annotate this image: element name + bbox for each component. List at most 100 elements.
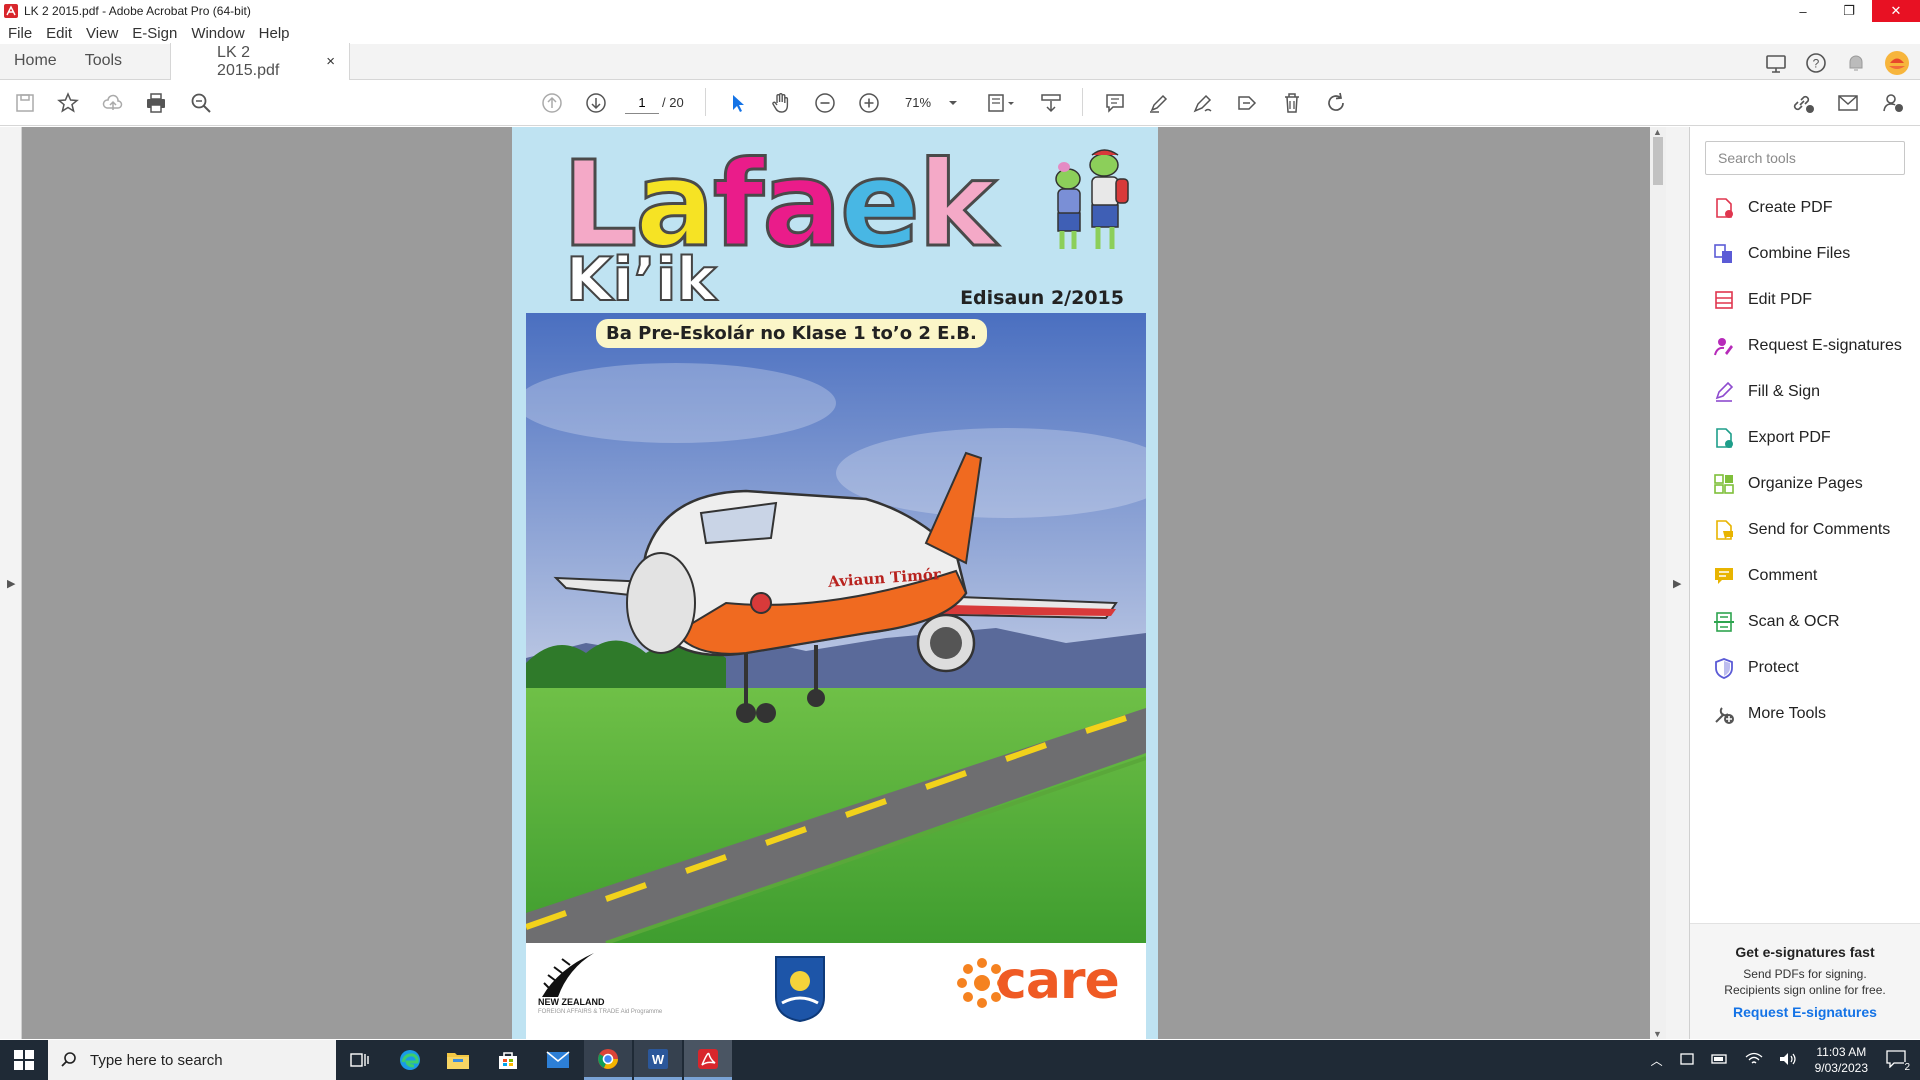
notifications-bell-icon[interactable] bbox=[1844, 50, 1868, 76]
rotate-icon[interactable] bbox=[1323, 90, 1349, 116]
close-window-button[interactable]: ✕ bbox=[1872, 0, 1920, 22]
left-panel-toggle[interactable]: ▶ bbox=[0, 127, 22, 1039]
edge-browser-icon[interactable] bbox=[386, 1040, 434, 1080]
delete-trash-icon[interactable] bbox=[1279, 90, 1305, 116]
tool-request-esignatures[interactable]: Request E-signatures bbox=[1712, 323, 1902, 369]
zoom-dropdown-chevron-icon[interactable] bbox=[940, 90, 966, 116]
windows-taskbar: Type here to search W ︿ 11:03 AM 9/03/20… bbox=[0, 1040, 1920, 1080]
link-icon[interactable] bbox=[1790, 90, 1816, 116]
hand-tool-icon[interactable] bbox=[768, 90, 794, 116]
share-user-icon[interactable] bbox=[1880, 90, 1906, 116]
tab-home[interactable]: Home bbox=[0, 43, 71, 79]
notification-center-icon[interactable]: 2 bbox=[1886, 1049, 1910, 1073]
tool-export-pdf[interactable]: Export PDF bbox=[1712, 415, 1902, 461]
restore-button[interactable]: ❐ bbox=[1826, 0, 1872, 22]
clock-date: 9/03/2023 bbox=[1814, 1061, 1868, 1075]
tool-organize-pages[interactable]: Organize Pages bbox=[1712, 461, 1902, 507]
right-panel-toggle[interactable]: ▶ bbox=[1666, 127, 1690, 1039]
search-tools-input[interactable]: Search tools bbox=[1705, 141, 1905, 175]
toolbar-separator bbox=[705, 88, 706, 116]
tool-send-for-comments[interactable]: Send for Comments bbox=[1712, 507, 1902, 553]
find-zoom-icon[interactable] bbox=[188, 90, 214, 116]
battery-icon[interactable] bbox=[1710, 1052, 1729, 1069]
nz-label: NEW ZEALAND bbox=[538, 997, 605, 1007]
comment-toolbar-icon[interactable] bbox=[1102, 90, 1128, 116]
scroll-mode-icon[interactable] bbox=[1038, 90, 1064, 116]
expand-left-icon[interactable]: ▶ bbox=[7, 577, 15, 590]
tab-document[interactable]: LK 2 2015.pdf × bbox=[170, 43, 351, 80]
tab-tools[interactable]: Tools bbox=[71, 43, 136, 79]
cloud-upload-icon[interactable] bbox=[100, 90, 126, 116]
select-cursor-icon[interactable] bbox=[725, 90, 751, 116]
menu-esign[interactable]: E-Sign bbox=[132, 25, 177, 42]
tool-label: Send for Comments bbox=[1748, 521, 1891, 538]
zoom-level-value[interactable]: 71% bbox=[905, 95, 931, 110]
mail-app-icon[interactable] bbox=[534, 1040, 582, 1080]
scroll-down-icon[interactable]: ▼ bbox=[1653, 1029, 1662, 1039]
tool-scan-ocr[interactable]: Scan & OCR bbox=[1712, 599, 1902, 645]
help-icon[interactable]: ? bbox=[1804, 50, 1828, 76]
toolbar-separator bbox=[1082, 88, 1083, 116]
tool-protect[interactable]: Protect bbox=[1712, 645, 1902, 691]
acrobat-taskbar-icon[interactable] bbox=[684, 1040, 732, 1080]
menu-window[interactable]: Window bbox=[191, 25, 244, 42]
email-icon[interactable] bbox=[1835, 90, 1861, 116]
collapse-right-icon[interactable]: ▶ bbox=[1673, 577, 1681, 590]
government-emblem-logo bbox=[775, 956, 825, 1023]
protect-icon bbox=[1712, 656, 1736, 680]
svg-text:W: W bbox=[652, 1052, 665, 1067]
tool-more-tools[interactable]: More Tools bbox=[1712, 691, 1902, 737]
task-view-icon[interactable] bbox=[336, 1040, 384, 1080]
tool-create-pdf[interactable]: Create PDF bbox=[1712, 185, 1902, 231]
logo-letter: k bbox=[916, 135, 998, 273]
taskbar-search[interactable]: Type here to search bbox=[48, 1040, 336, 1080]
show-hidden-icons-icon[interactable]: ︿ bbox=[1651, 1052, 1663, 1069]
scrollbar-thumb[interactable] bbox=[1653, 137, 1663, 185]
taskbar-clock[interactable]: 11:03 AM 9/03/2023 bbox=[1815, 1044, 1868, 1076]
start-button[interactable] bbox=[0, 1040, 48, 1080]
sign-pen-icon[interactable] bbox=[1190, 90, 1216, 116]
promo-line-1: Send PDFs for signing. bbox=[1743, 967, 1867, 981]
microsoft-store-icon[interactable] bbox=[484, 1040, 532, 1080]
tray-app-icon[interactable] bbox=[1679, 1051, 1695, 1070]
file-explorer-icon[interactable] bbox=[434, 1040, 482, 1080]
menu-help[interactable]: Help bbox=[259, 25, 290, 42]
bookmark-star-icon[interactable] bbox=[55, 90, 81, 116]
cover-banner: Ba Pre-Eskolár no Klase 1 to’o 2 E.B. bbox=[596, 319, 987, 348]
scroll-up-icon[interactable]: ▲ bbox=[1653, 127, 1662, 137]
edition-label: Edisaun 2/2015 bbox=[960, 287, 1124, 309]
zoom-out-icon[interactable] bbox=[812, 90, 838, 116]
menu-view[interactable]: View bbox=[86, 25, 118, 42]
user-avatar[interactable] bbox=[1884, 50, 1910, 76]
close-tab-icon[interactable]: × bbox=[326, 53, 335, 70]
page-fit-icon[interactable] bbox=[985, 90, 1019, 116]
print-icon[interactable] bbox=[143, 90, 169, 116]
comment-icon bbox=[1712, 564, 1736, 588]
menu-file[interactable]: File bbox=[8, 25, 32, 42]
highlight-pen-icon[interactable] bbox=[1146, 90, 1172, 116]
word-app-icon[interactable]: W bbox=[634, 1040, 682, 1080]
share-export-icon[interactable] bbox=[1234, 90, 1260, 116]
minimize-button[interactable]: – bbox=[1780, 0, 1826, 22]
wifi-icon[interactable] bbox=[1745, 1052, 1763, 1069]
page-total-label: / 20 bbox=[662, 95, 684, 110]
next-page-icon[interactable] bbox=[583, 90, 609, 116]
menu-edit[interactable]: Edit bbox=[46, 25, 72, 42]
volume-icon[interactable] bbox=[1779, 1052, 1797, 1069]
page-number-input[interactable] bbox=[625, 92, 659, 114]
previous-page-icon[interactable] bbox=[539, 90, 565, 116]
request-esignatures-link[interactable]: Request E-signatures bbox=[1690, 1004, 1920, 1020]
tool-fill-sign[interactable]: Fill & Sign bbox=[1712, 369, 1902, 415]
tool-label: Create PDF bbox=[1748, 199, 1833, 216]
share-screen-icon[interactable] bbox=[1764, 50, 1788, 76]
cover-illustration: Ba Pre-Eskolár no Klase 1 to’o 2 E.B. Av… bbox=[526, 313, 1146, 943]
tool-edit-pdf[interactable]: Edit PDF bbox=[1712, 277, 1902, 323]
vertical-scrollbar[interactable]: ▲ ▼ bbox=[1650, 127, 1666, 1039]
zoom-in-icon[interactable] bbox=[856, 90, 882, 116]
tool-label: Comment bbox=[1748, 567, 1818, 584]
tool-combine-files[interactable]: Combine Files bbox=[1712, 231, 1902, 277]
tool-comment[interactable]: Comment bbox=[1712, 553, 1902, 599]
more-tools-icon bbox=[1712, 702, 1736, 726]
save-icon[interactable] bbox=[12, 90, 38, 116]
chrome-browser-icon[interactable] bbox=[584, 1040, 632, 1080]
